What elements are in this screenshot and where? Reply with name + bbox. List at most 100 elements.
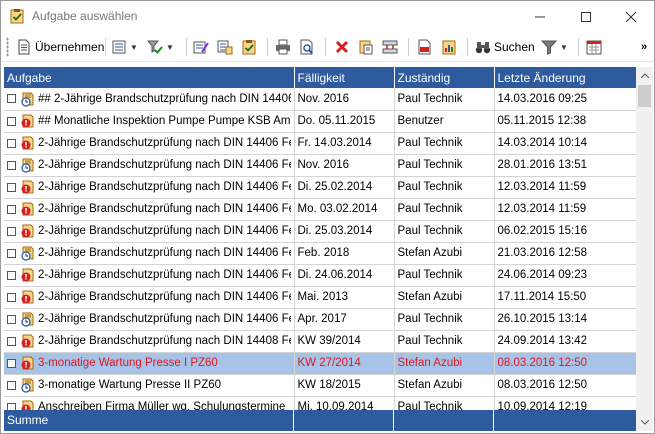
- table-row[interactable]: 2-Jährige Brandschutzprüfung nach DIN 14…: [4, 330, 636, 353]
- scroll-thumb[interactable]: [638, 85, 651, 107]
- complete-task-button[interactable]: [241, 36, 257, 58]
- table-row[interactable]: 2-Jährige Brandschutzprüfung nach DIN 14…: [4, 286, 636, 309]
- task-title: 2-Jährige Brandschutzprüfung nach DIN 14…: [38, 181, 291, 193]
- task-recurring-icon: [21, 378, 34, 393]
- task-cell[interactable]: 2-Jährige Brandschutzprüfung nach DIN 14…: [4, 286, 295, 309]
- row-checkbox[interactable]: [7, 380, 16, 390]
- clipboard-check-icon: [242, 40, 256, 55]
- search-label: Suchen: [494, 40, 535, 54]
- task-title: ## 2-Jährige Brandschutzprüfung nach DIN…: [38, 92, 291, 105]
- copy-button[interactable]: [358, 36, 374, 58]
- task-title: 2-Jährige Brandschutzprüfung nach DIN 14…: [38, 203, 291, 215]
- row-checkbox[interactable]: [7, 226, 16, 236]
- status-filter-button[interactable]: ▼: [147, 36, 174, 58]
- task-title: 2-Jährige Brandschutzprüfung nach DIN 14…: [38, 291, 291, 303]
- scroll-up-button[interactable]: [636, 67, 653, 84]
- task-recurring-icon: [21, 312, 34, 327]
- owner-cell: Paul Technik: [394, 264, 495, 287]
- task-cell[interactable]: ## Monatliche Inspektion Pumpe Pumpe KSB…: [4, 110, 295, 133]
- accept-button[interactable]: Übernehmen: [16, 36, 104, 58]
- changed-cell: 26.10.2015 13:14: [494, 308, 636, 331]
- edit-task-button[interactable]: [193, 36, 209, 58]
- table-row[interactable]: 2-Jährige Brandschutzprüfung nach DIN 14…: [4, 176, 636, 199]
- column-header-owner[interactable]: Zuständig: [394, 67, 495, 88]
- row-checkbox[interactable]: [7, 204, 16, 214]
- row-checkbox[interactable]: [7, 138, 16, 148]
- toolbar-separator: [186, 38, 187, 56]
- table-row[interactable]: 2-Jährige Brandschutzprüfung nach DIN 14…: [4, 264, 636, 287]
- delete-button[interactable]: [334, 36, 350, 58]
- maximize-icon: [581, 11, 591, 22]
- row-checkbox[interactable]: [7, 270, 16, 280]
- row-checkbox[interactable]: [7, 336, 16, 346]
- report-chart-icon: [442, 40, 456, 55]
- transfer-button[interactable]: [382, 36, 398, 58]
- report-button[interactable]: [441, 36, 457, 58]
- task-cell[interactable]: 2-Jährige Brandschutzprüfung nach DIN 14…: [4, 176, 295, 199]
- table-row[interactable]: ## 2-Jährige Brandschutzprüfung nach DIN…: [4, 88, 636, 111]
- view-dropdown-button[interactable]: ▼: [111, 36, 138, 58]
- task-title: 3-monatige Wartung Presse II PZ60: [38, 379, 222, 391]
- close-button[interactable]: [608, 1, 654, 32]
- table-row[interactable]: ## Monatliche Inspektion Pumpe Pumpe KSB…: [4, 110, 636, 133]
- due-cell: Fr. 14.03.2014: [294, 132, 395, 155]
- vertical-scrollbar[interactable]: [636, 67, 653, 431]
- row-checkbox[interactable]: [7, 182, 16, 192]
- row-checkbox[interactable]: [7, 248, 16, 258]
- task-title: 2-Jährige Brandschutzprüfung nach DIN 14…: [38, 335, 291, 347]
- table-row[interactable]: 2-Jährige Brandschutzprüfung nach DIN 14…: [4, 242, 636, 265]
- table-row[interactable]: 2-Jährige Brandschutzprüfung nach DIN 14…: [4, 198, 636, 221]
- pdf-export-button[interactable]: [417, 36, 433, 58]
- chevron-up-icon: [640, 73, 649, 78]
- task-cell[interactable]: 2-Jährige Brandschutzprüfung nach DIN 14…: [4, 242, 295, 265]
- maximize-button[interactable]: [563, 1, 609, 32]
- task-list-icon: [217, 40, 233, 55]
- scroll-down-button[interactable]: [636, 414, 653, 431]
- toolbar-overflow-button[interactable]: »: [641, 36, 647, 58]
- due-cell: Mo. 03.02.2014: [294, 198, 395, 221]
- changed-cell: 08.03.2016 12:50: [494, 374, 636, 397]
- table-row[interactable]: 3-monatige Wartung Presse I PZ60 KW 27/20…: [4, 352, 636, 375]
- row-checkbox[interactable]: [7, 94, 16, 104]
- task-cell[interactable]: 2-Jährige Brandschutzprüfung nach DIN 14…: [4, 198, 295, 221]
- table-row[interactable]: 2-Jährige Brandschutzprüfung nach DIN 14…: [4, 308, 636, 331]
- row-checkbox[interactable]: [7, 160, 16, 170]
- title-bar: Aufgabe auswählen: [1, 1, 654, 32]
- owner-cell: Paul Technik: [394, 132, 495, 155]
- due-cell: KW 39/2014: [294, 330, 395, 353]
- table-row[interactable]: 2-Jährige Brandschutzprüfung nach DIN 14…: [4, 132, 636, 155]
- search-button[interactable]: Suchen: [475, 36, 535, 58]
- row-checkbox[interactable]: [7, 116, 16, 126]
- task-cell[interactable]: 2-Jährige Brandschutzprüfung nach DIN 14…: [4, 264, 295, 287]
- column-header-due[interactable]: Fälligkeit: [294, 67, 395, 88]
- table-row[interactable]: 2-Jährige Brandschutzprüfung nach DIN 14…: [4, 220, 636, 243]
- task-list-button[interactable]: [217, 36, 233, 58]
- column-header-task[interactable]: Aufgabe: [4, 67, 295, 88]
- print-button[interactable]: [275, 36, 291, 58]
- task-cell[interactable]: 2-Jährige Brandschutzprüfung nach DIN 14…: [4, 220, 295, 243]
- minimize-button[interactable]: [517, 1, 563, 32]
- filter-dropdown-button[interactable]: ▼: [541, 36, 568, 58]
- toolbar-grip[interactable]: [6, 37, 9, 57]
- row-checkbox[interactable]: [7, 292, 16, 302]
- due-cell: Feb. 2018: [294, 242, 395, 265]
- task-overdue-icon: [21, 136, 34, 150]
- task-cell[interactable]: 2-Jährige Brandschutzprüfung nach DIN 14…: [4, 154, 295, 177]
- column-header-changed[interactable]: Letzte Änderung: [494, 67, 636, 88]
- task-cell[interactable]: ## 2-Jährige Brandschutzprüfung nach DIN…: [4, 88, 295, 111]
- table-row[interactable]: 3-monatige Wartung Presse II PZ60 KW 18/2…: [4, 374, 636, 397]
- task-cell[interactable]: 2-Jährige Brandschutzprüfung nach DIN 14…: [4, 308, 295, 331]
- summary-cell: [394, 410, 494, 431]
- table-row[interactable]: 2-Jährige Brandschutzprüfung nach DIN 14…: [4, 154, 636, 177]
- print-preview-button[interactable]: [299, 36, 315, 58]
- task-cell[interactable]: 3-monatige Wartung Presse I PZ60: [4, 352, 295, 375]
- calendar-button[interactable]: [586, 36, 602, 58]
- task-cell[interactable]: 2-Jährige Brandschutzprüfung nach DIN 14…: [4, 132, 295, 155]
- owner-cell: Paul Technik: [394, 308, 495, 331]
- toolbar-separator: [408, 38, 409, 56]
- row-checkbox[interactable]: [7, 314, 16, 324]
- task-cell[interactable]: 2-Jährige Brandschutzprüfung nach DIN 14…: [4, 330, 295, 353]
- minimize-icon: [535, 16, 545, 17]
- row-checkbox[interactable]: [7, 358, 16, 368]
- task-cell[interactable]: 3-monatige Wartung Presse II PZ60: [4, 374, 295, 397]
